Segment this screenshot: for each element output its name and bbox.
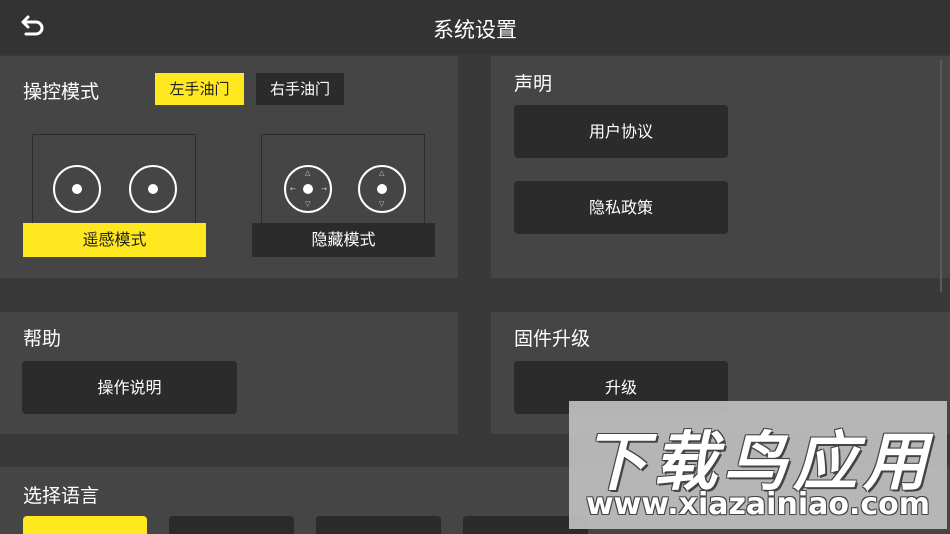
help-panel: 帮助 操作说明 (0, 312, 458, 434)
hidden-mode-button[interactable]: 隐藏模式 (252, 223, 435, 257)
arrow-down-icon: ▽ (305, 200, 311, 208)
top-bar: 系统设置 (0, 0, 950, 54)
left-joystick-icon (53, 165, 101, 213)
language-option[interactable] (23, 516, 147, 534)
joystick-mode-button[interactable]: 遥感模式 (23, 223, 206, 257)
firmware-title: 固件升级 (514, 328, 591, 350)
watermark-url: www.xiazainiao.com (585, 487, 931, 522)
instructions-button[interactable]: 操作说明 (22, 361, 237, 414)
statement-title: 声明 (514, 73, 553, 95)
arrow-up-icon: △ (379, 169, 385, 177)
right-joystick-icon (129, 165, 177, 213)
arrow-right-icon: → (321, 185, 327, 193)
control-mode-title: 操控模式 (23, 81, 100, 103)
help-title: 帮助 (23, 328, 62, 350)
arrow-down-icon: ▽ (379, 200, 385, 208)
page-title: 系统设置 (433, 18, 517, 42)
language-option[interactable] (316, 516, 441, 534)
right-throttle-button[interactable]: 右手油门 (256, 73, 344, 105)
left-throttle-button[interactable]: 左手油门 (155, 73, 244, 105)
user-agreement-button[interactable]: 用户协议 (514, 105, 728, 158)
language-title: 选择语言 (23, 485, 100, 507)
language-option[interactable] (169, 516, 294, 534)
control-mode-panel: 操控模式 左手油门 右手油门 遥感模式 ← → △ ▽ △ ▽ 隐藏模式 (0, 56, 458, 278)
left-joystick-arrows-icon: ← → △ ▽ (284, 165, 332, 213)
watermark: 下载鸟应用 www.xiazainiao.com (569, 401, 947, 529)
right-joystick-arrows-icon: △ ▽ (358, 165, 406, 213)
scrollbar[interactable] (940, 60, 942, 292)
statement-panel: 声明 用户协议 隐私政策 (491, 56, 950, 278)
arrow-up-icon: △ (305, 169, 311, 177)
privacy-policy-button[interactable]: 隐私政策 (514, 181, 728, 234)
arrow-left-icon: ← (290, 185, 296, 193)
